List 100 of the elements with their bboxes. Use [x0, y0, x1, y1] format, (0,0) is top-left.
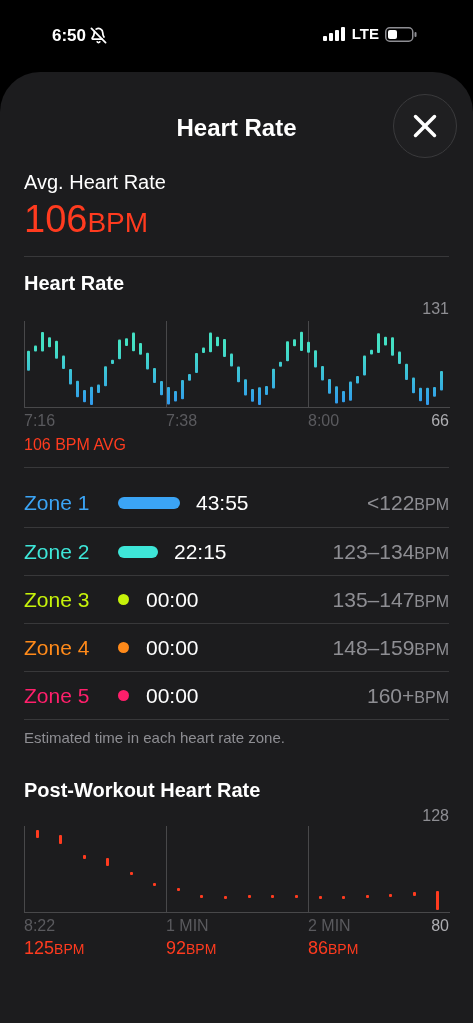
heart-rate-bar [251, 389, 254, 402]
heart-rate-reading: 92BPM [166, 938, 217, 958]
heart-rate-bar [366, 895, 369, 898]
section-title: Heart Rate [24, 271, 126, 295]
zone-time: 43:55 [196, 490, 249, 517]
heart-rate-bar [209, 332, 212, 353]
heart-rate-bar [41, 332, 44, 352]
heart-rate-bar [342, 896, 345, 899]
heart-rate-bar [195, 353, 198, 374]
heart-rate-bar [314, 350, 317, 368]
zone-name: Zone 1 [24, 490, 91, 517]
heart-rate-bar [321, 365, 324, 381]
axis-min-label: 66 [431, 411, 449, 431]
zones-note: Estimated time in each heart rate zone. [24, 728, 286, 748]
heart-rate-bar [48, 337, 51, 348]
heart-rate-bar [307, 341, 310, 353]
heart-rate-bar [62, 355, 65, 370]
heart-rate-bar [160, 381, 163, 396]
heart-rate-bar [426, 387, 429, 405]
heart-rate-bar [272, 368, 275, 389]
heart-rate-bar [244, 379, 247, 396]
heart-rate-bar [384, 336, 387, 346]
average-label: Avg. Heart Rate [24, 170, 167, 194]
average-caption: 106 BPM AVG [24, 435, 127, 455]
heart-rate-bar [286, 341, 289, 362]
heart-rate-bar [34, 345, 37, 352]
heart-rate-bar [174, 391, 177, 402]
heart-rate-bar [69, 369, 72, 385]
heart-rate-bar [412, 377, 415, 394]
heart-rate-bar [83, 855, 86, 859]
heart-rate-bar [433, 387, 436, 397]
zone-range: <122BPM [367, 490, 449, 517]
heart-rate-bar [258, 387, 261, 405]
heart-rate-bar [118, 339, 121, 360]
heart-rate-bar [363, 355, 366, 376]
zone-range: 123–134BPM [332, 538, 449, 565]
heart-rate-bar [413, 892, 416, 896]
axis-max-label: 128 [422, 806, 449, 826]
heart-rate-bar [335, 386, 338, 404]
axis-min-label: 80 [431, 916, 449, 936]
zone-time: 00:00 [146, 586, 199, 613]
heart-rate-bar [167, 387, 170, 405]
heart-rate-bar [328, 379, 331, 394]
heart-rate-bar [76, 380, 79, 398]
axis-label: 7:16 [24, 412, 56, 429]
heart-rate-bar [153, 883, 156, 886]
network-label: LTE [351, 24, 379, 44]
heart-rate-reading: 86BPM [308, 938, 359, 958]
zone-time: 22:15 [174, 538, 227, 565]
heart-rate-bar [200, 895, 203, 898]
heart-rate-bar [295, 895, 298, 898]
heart-rate-bar [36, 830, 39, 838]
heart-rate-bar [237, 366, 240, 383]
axis-label: 8:00 [308, 412, 340, 429]
heart-rate-bar [279, 361, 282, 367]
axis-label: 2 MIN [308, 917, 351, 934]
heart-rate-bar [55, 340, 58, 359]
heart-rate-bar [436, 891, 439, 910]
heart-rate-bar [202, 347, 205, 353]
heart-rate-bar [59, 835, 62, 844]
heart-rate-bar [27, 350, 30, 371]
heart-rate-bar [83, 390, 86, 403]
heart-rate-bar [342, 391, 345, 403]
zone-range: 160+BPM [367, 682, 449, 709]
heart-rate-bar [398, 351, 401, 364]
heart-rate-bar [125, 338, 128, 346]
heart-rate-reading: 125BPM [24, 938, 85, 958]
heart-rate-bar [223, 338, 226, 358]
heart-rate-bar [139, 343, 142, 355]
heart-rate-bar [224, 896, 227, 899]
heart-rate-bar [405, 363, 408, 381]
heart-rate-bar [132, 332, 135, 352]
heart-rate-bar [188, 374, 191, 381]
zone-name: Zone 2 [24, 538, 91, 565]
heart-rate-bar [356, 376, 359, 384]
battery-icon [385, 26, 417, 42]
heart-rate-bar [153, 368, 156, 383]
zone-range: 148–159BPM [332, 634, 449, 661]
heart-rate-bar [248, 895, 251, 898]
heart-rate-bar [300, 331, 303, 351]
status-time: 6:50 [52, 25, 87, 47]
heart-rate-bar [370, 349, 373, 355]
heart-rate-bar [97, 384, 100, 393]
heart-rate-bar [319, 896, 322, 899]
heart-rate-bar [389, 894, 392, 897]
axis-label: 8:22 [24, 917, 56, 934]
heart-rate-bar [230, 353, 233, 367]
heart-rate-bar [177, 888, 180, 891]
axis-label: 7:38 [166, 412, 198, 429]
heart-rate-bar [349, 381, 352, 401]
bell-muted-icon [90, 27, 108, 45]
heart-rate-bar [111, 359, 114, 365]
zone-name: Zone 3 [24, 586, 91, 613]
section-title: Post-Workout Heart Rate [24, 778, 262, 802]
heart-rate-bar [271, 895, 274, 898]
heart-rate-bar [106, 858, 109, 866]
heart-rate-bar [293, 339, 296, 347]
signal-icon [322, 27, 346, 42]
heart-rate-bar [181, 379, 184, 400]
heart-rate-bar [440, 371, 443, 391]
